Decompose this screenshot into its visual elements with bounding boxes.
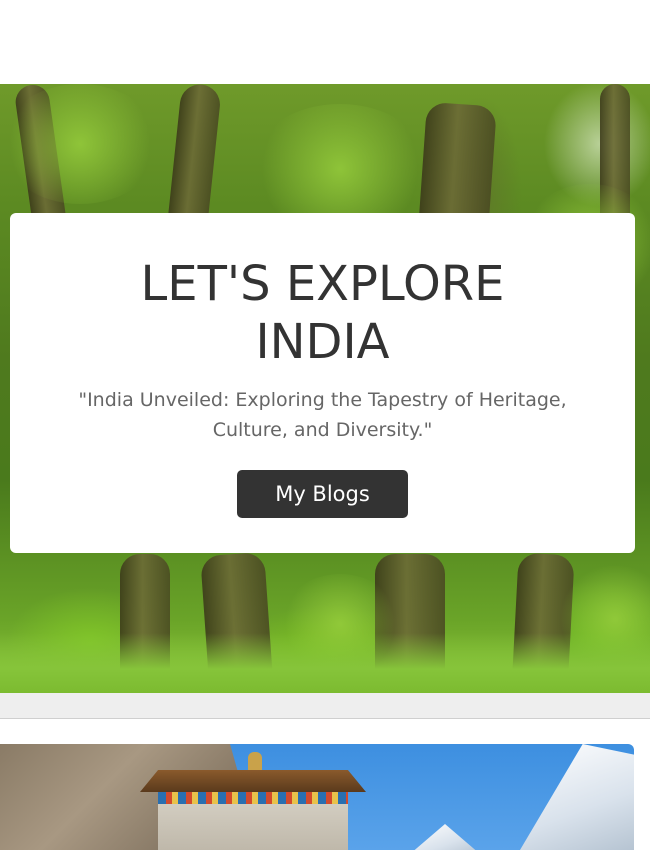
hero-banner: LET'S EXPLORE INDIA "India Unveiled: Exp… [0,84,650,693]
snow-peak-large [520,744,634,850]
temple-mountain-image[interactable] [0,744,634,850]
temple-icon [140,752,366,850]
top-bar [0,0,650,84]
section-divider [0,693,650,719]
snow-peak-small [410,824,480,850]
hero-card: LET'S EXPLORE INDIA "India Unveiled: Exp… [10,213,635,553]
hero-title: LET'S EXPLORE INDIA [140,256,505,370]
hero-subtitle: "India Unveiled: Exploring the Tapestry … [78,389,567,441]
my-blogs-button[interactable]: My Blogs [237,470,408,518]
